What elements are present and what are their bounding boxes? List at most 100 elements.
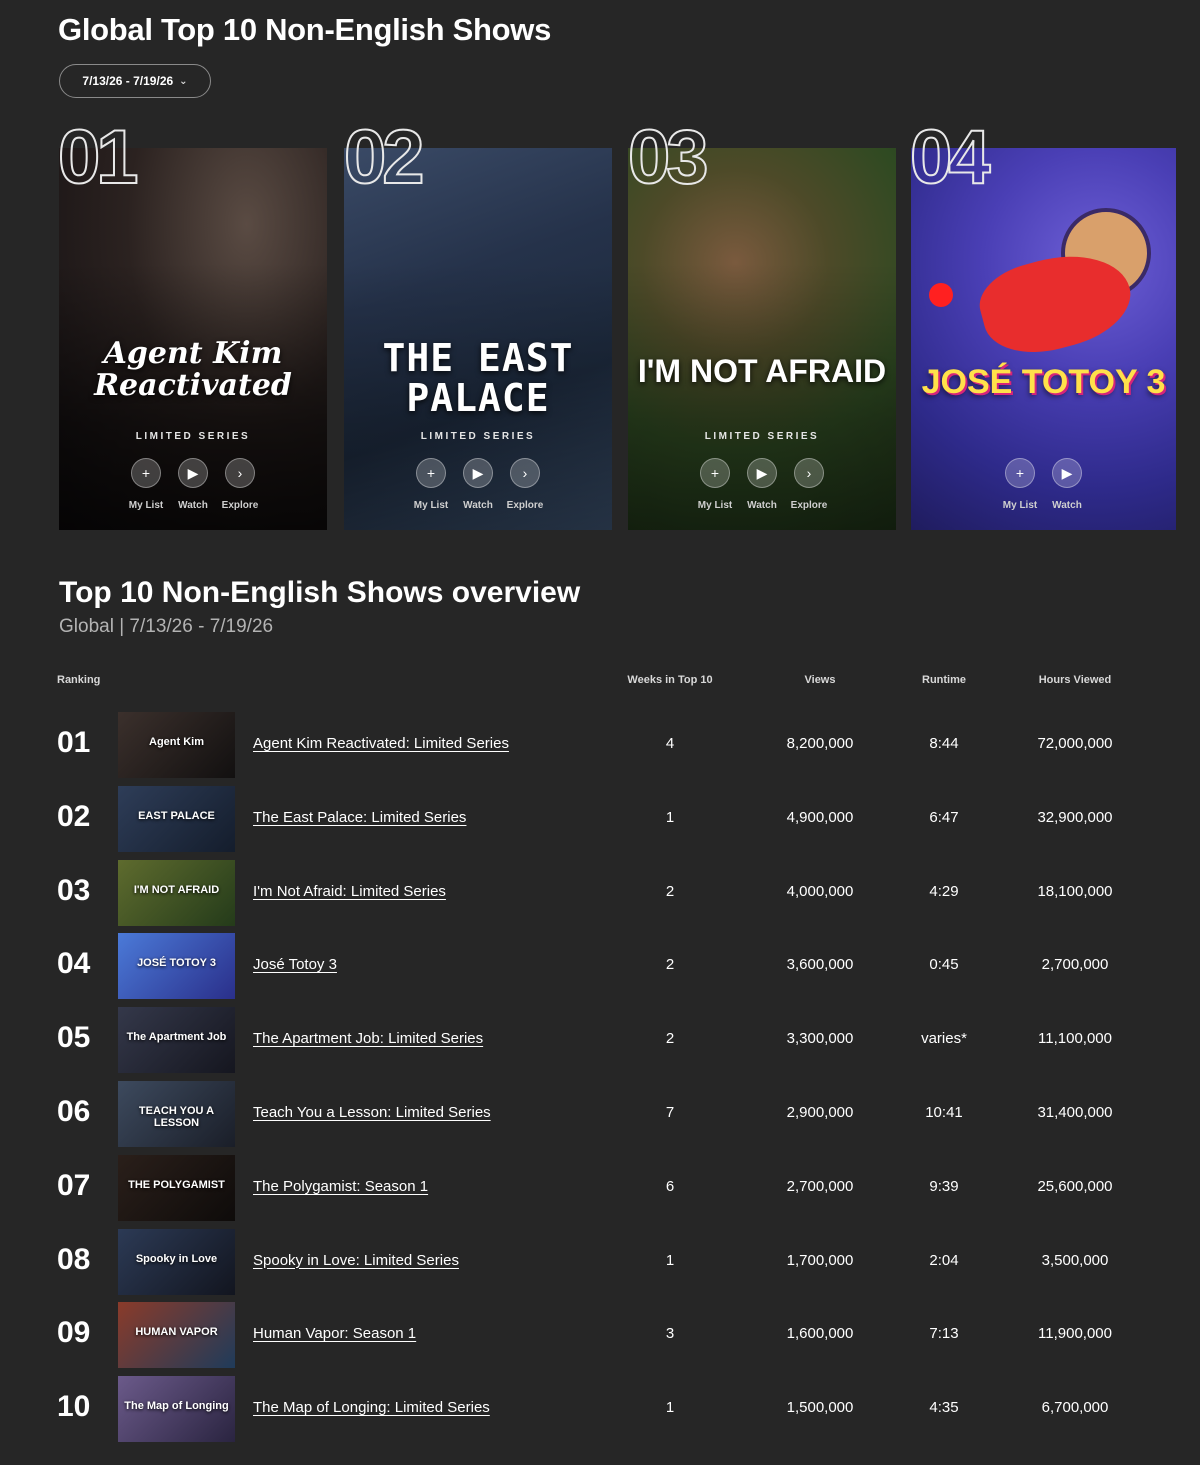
poster-card-1[interactable]: Agent Kim Reactivated LIMITED SERIES + My… <box>59 148 327 530</box>
row-thumbnail[interactable]: JOSÉ TOTOY 3 <box>118 933 235 1000</box>
row-weeks: 2 <box>665 956 675 974</box>
overview-title: Top 10 Non-English Shows overview <box>59 576 581 609</box>
thumbnail-logo: HUMAN VAPOR <box>135 1326 218 1339</box>
table-row: 07 THE POLYGAMIST The Polygamist: Season 1… <box>0 1154 1200 1221</box>
table-row: 10 The Map of Longing The Map of Longing: … <box>0 1376 1200 1443</box>
row-thumbnail[interactable]: HUMAN VAPOR <box>118 1302 235 1369</box>
thumbnail-logo: JOSÉ TOTOY 3 <box>137 957 216 970</box>
column-header-views: Views <box>804 674 836 686</box>
date-range-select[interactable]: 7/13/26 - 7/19/26 ⌄ <box>59 64 211 98</box>
date-range-value: 7/13/26 - 7/19/26 <box>82 74 174 88</box>
row-views: 1,600,000 <box>786 1325 854 1343</box>
poster-card-2[interactable]: THE EAST PALACE LIMITED SERIES + My List … <box>344 148 612 530</box>
column-header-ranking: Ranking <box>57 674 101 686</box>
series-tag: LIMITED SERIES <box>420 431 536 442</box>
row-hours-viewed: 3,500,000 <box>1041 1251 1109 1269</box>
rank-number-1: 01 <box>57 115 140 200</box>
row-runtime: 6:47 <box>929 808 959 826</box>
chevron-right-icon: › <box>794 458 824 488</box>
poster-logo: I'M NOT AFRAID <box>637 353 887 389</box>
row-thumbnail[interactable]: I'M NOT AFRAID <box>118 859 235 926</box>
row-title-link[interactable]: The Apartment Job: Limited Series <box>253 1030 483 1047</box>
row-views: 8,200,000 <box>786 735 854 752</box>
row-title-link[interactable]: José Totoy 3 <box>253 956 337 973</box>
series-tag: LIMITED SERIES <box>704 431 820 442</box>
row-title-link[interactable]: The Polygamist: Season 1 <box>253 1178 428 1195</box>
row-hours-viewed: 25,600,000 <box>1037 1177 1113 1195</box>
series-tag: LIMITED SERIES <box>135 431 251 442</box>
row-rank: 06 <box>57 1095 91 1128</box>
plus-icon: + <box>1005 458 1035 488</box>
watch-button[interactable]: ▶ Watch <box>1052 458 1082 511</box>
row-rank: 03 <box>57 873 91 907</box>
explore-button[interactable]: › Explore <box>222 458 258 511</box>
watch-button[interactable]: ▶ Watch <box>178 458 208 511</box>
chevron-down-icon: ⌄ <box>179 75 188 87</box>
row-views: 3,600,000 <box>786 956 854 974</box>
explore-button[interactable]: › Explore <box>791 458 827 511</box>
row-views: 2,700,000 <box>786 1177 854 1195</box>
row-views: 4,900,000 <box>786 808 854 826</box>
row-runtime: varies* <box>921 1030 967 1048</box>
row-weeks: 1 <box>665 808 675 826</box>
row-thumbnail[interactable]: The Apartment Job <box>118 1007 235 1074</box>
poster-card-3[interactable]: I'M NOT AFRAID LIMITED SERIES + My List ▶… <box>628 148 896 530</box>
my-list-button[interactable]: + My List <box>129 458 163 511</box>
row-thumbnail[interactable]: Spooky in Love <box>118 1228 235 1295</box>
row-title-link[interactable]: Teach You a Lesson: Limited Series <box>253 1104 491 1121</box>
overview-subtitle: Global | 7/13/26 - 7/19/26 <box>59 616 274 637</box>
row-hours-viewed: 11,900,000 <box>1038 1325 1112 1343</box>
row-runtime: 4:35 <box>929 1399 959 1417</box>
poster-logo: JOSÉ TOTOY 3 <box>921 363 1166 401</box>
row-thumbnail[interactable]: THE POLYGAMIST <box>118 1154 235 1221</box>
plus-icon: + <box>131 458 161 488</box>
row-hours-viewed: 6,700,000 <box>1041 1399 1109 1417</box>
row-rank: 08 <box>57 1242 91 1276</box>
row-thumbnail[interactable]: TEACH YOU A LESSON <box>118 1081 235 1147</box>
row-hours-viewed: 32,900,000 <box>1037 808 1113 826</box>
column-header-weeks: Weeks in Top 10 <box>627 674 713 686</box>
row-title-link[interactable]: The East Palace: Limited Series <box>253 809 466 826</box>
row-title-link[interactable]: Human Vapor: Season 1 <box>253 1325 416 1342</box>
table-row: 08 Spooky in Love Spooky in Love: Limited … <box>0 1228 1200 1295</box>
thumbnail-logo: Agent Kim <box>149 736 204 748</box>
table-row: 09 HUMAN VAPOR Human Vapor: Season 1 3 1,600… <box>0 1302 1200 1369</box>
poster-actions: + My List ▶ Watch › Explore <box>59 458 327 511</box>
row-weeks: 2 <box>665 1030 675 1048</box>
row-title-link[interactable]: The Map of Longing: Limited Series <box>253 1399 490 1416</box>
row-runtime: 9:39 <box>929 1177 959 1195</box>
row-title-link[interactable]: Spooky in Love: Limited Series <box>253 1252 459 1269</box>
row-title-link[interactable]: I'm Not Afraid: Limited Series <box>253 883 446 900</box>
plus-icon: + <box>700 458 730 488</box>
chevron-right-icon: › <box>510 458 540 488</box>
poster-actions: + My List ▶ Watch <box>911 458 1176 511</box>
row-rank: 09 <box>57 1316 91 1350</box>
table-row: 06 TEACH YOU A LESSON Teach You a Lesson: … <box>0 1081 1200 1147</box>
thumbnail-logo: I'M NOT AFRAID <box>133 883 220 896</box>
table-row: 01 Agent Kim Agent Kim Reactivated: Limite… <box>0 712 1200 778</box>
poster-card-4[interactable]: JOSÉ TOTOY 3 + My List ▶ Watch <box>911 148 1176 530</box>
explore-button[interactable]: › Explore <box>507 458 543 511</box>
row-thumbnail[interactable]: The Map of Longing <box>118 1376 235 1443</box>
poster-actions: + My List ▶ Watch › Explore <box>344 458 612 511</box>
column-header-hours: Hours Viewed <box>1038 674 1112 686</box>
row-thumbnail[interactable]: EAST PALACE <box>118 785 235 852</box>
row-rank: 10 <box>57 1390 91 1424</box>
table-row: 05 The Apartment Job The Apartment Job: Li… <box>0 1007 1200 1074</box>
row-rank: 02 <box>57 799 91 833</box>
row-hours-viewed: 2,700,000 <box>1041 956 1109 974</box>
row-views: 2,900,000 <box>786 1104 854 1121</box>
row-hours-viewed: 18,100,000 <box>1037 882 1113 900</box>
row-runtime: 8:44 <box>929 735 959 752</box>
my-list-button[interactable]: + My List <box>1003 458 1037 511</box>
thumbnail-logo: Spooky in Love <box>135 1252 218 1265</box>
watch-button[interactable]: ▶ Watch <box>747 458 777 511</box>
my-list-button[interactable]: + My List <box>698 458 732 511</box>
row-weeks: 4 <box>665 735 675 752</box>
row-thumbnail[interactable]: Agent Kim <box>118 712 235 778</box>
row-weeks: 7 <box>665 1104 675 1121</box>
row-title-link[interactable]: Agent Kim Reactivated: Limited Series <box>253 735 509 752</box>
watch-button[interactable]: ▶ Watch <box>463 458 493 511</box>
my-list-button[interactable]: + My List <box>414 458 448 511</box>
row-rank: 05 <box>57 1021 91 1055</box>
